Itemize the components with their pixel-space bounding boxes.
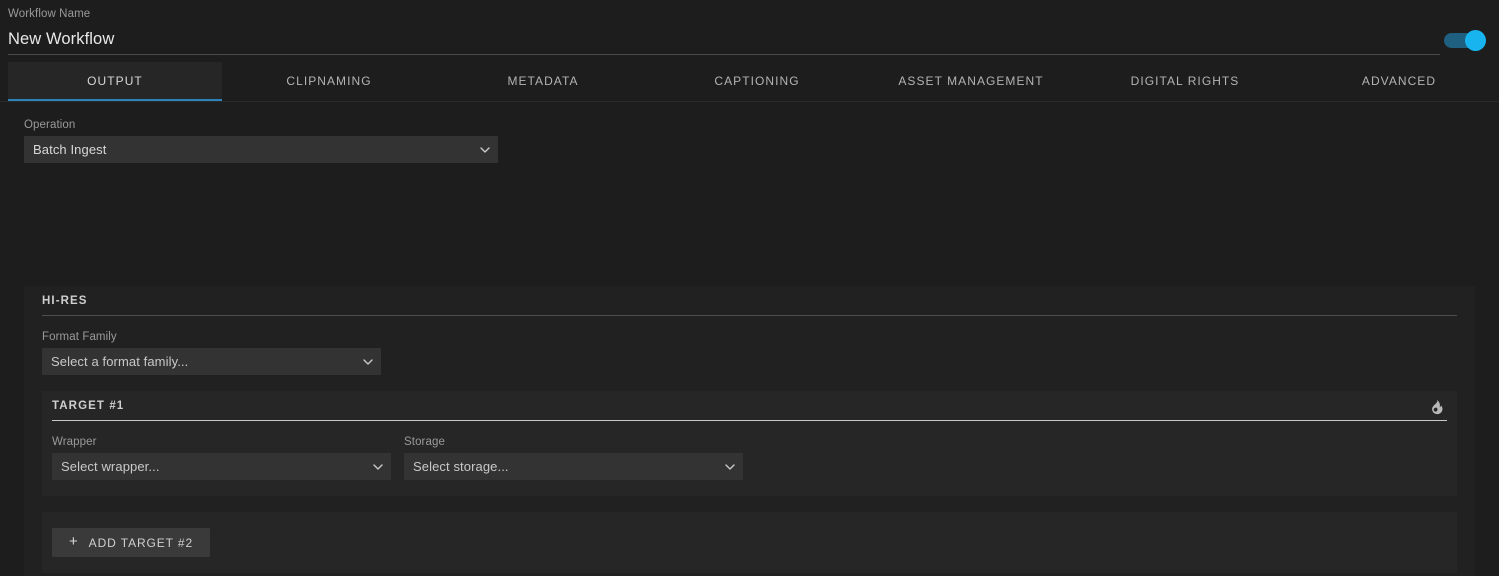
target-1-body: Wrapper Select wrapper... Storage Select…	[42, 421, 1457, 496]
tab-metadata[interactable]: METADATA	[436, 62, 650, 102]
hires-header-divider	[42, 315, 1457, 316]
wrapper-label: Wrapper	[52, 436, 97, 448]
workflow-header: Workflow Name	[0, 0, 1499, 62]
hires-panel-body: Format Family Select a format family... …	[24, 316, 1475, 576]
chevron-down-icon	[373, 463, 383, 470]
hires-panel: HI-RES Format Family Select a format fam…	[24, 286, 1475, 576]
tab-advanced[interactable]: ADVANCED	[1292, 62, 1499, 102]
workflow-name-input[interactable]	[8, 28, 1408, 50]
storage-select-value: Select storage...	[413, 459, 509, 474]
format-family-label: Format Family	[42, 331, 117, 343]
workflow-tab-bar: OUTPUT CLIPNAMING METADATA CAPTIONING AS…	[0, 62, 1499, 102]
format-family-field-group: Format Family Select a format family...	[42, 330, 1457, 375]
output-tab-panel: Operation Batch Ingest HI-RES Format Fam…	[0, 102, 1499, 576]
add-target-button[interactable]: + ADD TARGET #2	[52, 528, 211, 557]
storage-label: Storage	[404, 436, 445, 448]
toggle-knob	[1465, 30, 1486, 51]
tab-output[interactable]: OUTPUT	[8, 62, 222, 102]
tab-asset-management[interactable]: ASSET MANAGEMENT	[864, 62, 1078, 102]
chevron-down-icon	[480, 146, 490, 153]
toggle-track[interactable]	[1444, 30, 1486, 51]
target-1-header-divider	[52, 420, 1447, 421]
wrapper-select[interactable]: Select wrapper...	[52, 453, 391, 480]
hires-panel-title: HI-RES	[42, 295, 88, 307]
tab-digital-rights[interactable]: DIGITAL RIGHTS	[1078, 62, 1292, 102]
format-family-select[interactable]: Select a format family...	[42, 348, 381, 375]
flame-icon[interactable]	[1424, 394, 1448, 418]
target-1-panel: TARGET #1 Wrapper Select wrapper... Stor…	[42, 391, 1457, 496]
add-target-button-label: ADD TARGET #2	[88, 535, 194, 550]
wrapper-select-value: Select wrapper...	[61, 459, 160, 474]
workflow-name-underline	[8, 54, 1440, 55]
operation-field-group: Operation Batch Ingest	[0, 102, 1499, 163]
operation-select[interactable]: Batch Ingest	[24, 136, 498, 163]
storage-select[interactable]: Select storage...	[404, 453, 743, 480]
workflow-editor: Workflow Name OUTPUT CLIPNAMING METADATA…	[0, 0, 1499, 576]
chevron-down-icon	[725, 463, 735, 470]
wrapper-field-group: Wrapper Select wrapper...	[52, 435, 391, 480]
format-family-select-value: Select a format family...	[51, 354, 189, 369]
add-target-strip: + ADD TARGET #2	[42, 512, 1457, 573]
storage-field-group: Storage Select storage...	[404, 435, 743, 480]
tab-clipnaming[interactable]: CLIPNAMING	[222, 62, 436, 102]
workflow-name-label: Workflow Name	[8, 8, 91, 20]
plus-icon: +	[69, 533, 79, 550]
target-1-fields-row: Wrapper Select wrapper... Storage Select…	[52, 435, 1447, 480]
workflow-enabled-toggle[interactable]	[1444, 30, 1486, 52]
target-1-header: TARGET #1	[42, 391, 1457, 421]
operation-select-value: Batch Ingest	[33, 142, 107, 157]
hires-panel-header: HI-RES	[24, 286, 1475, 316]
tab-captioning[interactable]: CAPTIONING	[650, 62, 864, 102]
chevron-down-icon	[363, 358, 373, 365]
operation-label: Operation	[24, 119, 76, 131]
target-1-title: TARGET #1	[52, 400, 125, 412]
